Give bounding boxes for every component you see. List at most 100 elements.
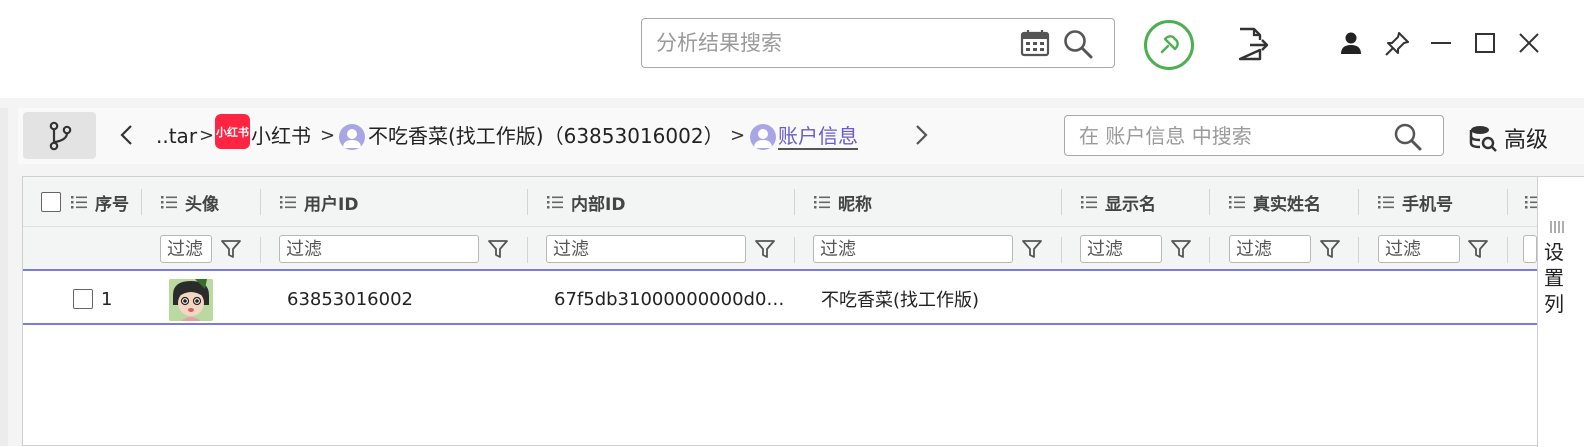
scope-search-input[interactable] (1079, 122, 1379, 150)
list-icon (1378, 196, 1394, 209)
filter-icon[interactable] (1170, 238, 1192, 260)
breadcrumb-item-account[interactable]: 不吃香菜(找工作版)（63853016002） (368, 122, 724, 150)
close-icon[interactable] (1516, 30, 1542, 56)
user-avatar-icon (750, 124, 776, 150)
column-label: 真实姓名 (1253, 194, 1321, 215)
row-internal-id: 67f5db31000000000d0… (554, 288, 785, 310)
column-header-display-name[interactable]: 显示名 (1081, 177, 1156, 227)
filter-input-phone[interactable] (1378, 235, 1460, 263)
list-icon (1525, 196, 1537, 209)
column-divider[interactable] (141, 189, 142, 215)
maximize-icon[interactable] (1472, 30, 1498, 56)
result-search-box[interactable] (641, 18, 1115, 68)
search-icon[interactable] (1062, 28, 1094, 60)
row-user-id: 63853016002 (287, 288, 413, 310)
column-label: 序号 (95, 194, 129, 215)
user-icon[interactable] (1338, 30, 1364, 56)
breadcrumb-item-app[interactable]: 小红书 (251, 122, 311, 150)
branch-button[interactable] (23, 112, 96, 159)
row-index: 1 (101, 288, 113, 310)
map-pin-button[interactable] (1144, 20, 1194, 70)
column-label: 内部ID (571, 194, 626, 215)
calendar-icon[interactable] (1020, 29, 1050, 57)
row-nickname: 不吃香菜(找工作版) (821, 290, 980, 311)
column-label: 用户ID (304, 194, 359, 215)
row-avatar-image[interactable] (169, 279, 213, 321)
advanced-search-button[interactable]: 高级 (1468, 120, 1548, 156)
row-index-cell: 1 (73, 273, 112, 325)
column-divider[interactable] (1061, 189, 1062, 215)
column-header-phone[interactable]: 手机号 (1378, 177, 1453, 227)
breadcrumb-separator: > (199, 125, 215, 146)
filter-icon[interactable] (487, 238, 509, 260)
column-divider (527, 237, 528, 263)
breadcrumb-separator: > (730, 125, 746, 146)
database-search-icon (1469, 126, 1497, 152)
column-divider (1507, 237, 1508, 263)
data-table: 序号 头像 用户ID 内部ID 昵称 显示名 真实姓名 手机号 过滤 过滤 过滤… (22, 176, 1584, 447)
list-icon (280, 196, 296, 209)
filter-row (23, 227, 1537, 271)
map-pin-icon (1160, 35, 1179, 54)
list-icon (1081, 196, 1097, 209)
column-divider (1061, 237, 1062, 263)
pushpin-icon[interactable] (1383, 30, 1411, 58)
chevron-left-icon[interactable] (116, 122, 138, 148)
list-icon (161, 196, 177, 209)
search-icon[interactable] (1393, 122, 1423, 152)
column-header-avatar[interactable]: 头像 (161, 177, 219, 227)
left-strip (0, 108, 8, 446)
user-avatar-icon (339, 124, 365, 150)
column-header-real-name[interactable]: 真实姓名 (1229, 177, 1321, 227)
column-settings-label: 设置列 (1544, 240, 1564, 316)
list-icon (814, 196, 830, 209)
grip-icon (1550, 221, 1564, 233)
column-divider[interactable] (794, 189, 795, 215)
column-settings-tab[interactable]: 设置列 (1537, 177, 1584, 447)
list-icon (1229, 196, 1245, 209)
filter-icon[interactable] (1319, 238, 1341, 260)
filter-input-display-name[interactable] (1080, 235, 1162, 263)
column-divider (1358, 237, 1359, 263)
column-divider (794, 237, 795, 263)
column-header-index[interactable]: 序号 (41, 177, 129, 227)
filter-icon[interactable] (1467, 238, 1489, 260)
export-icon[interactable] (1236, 26, 1270, 62)
column-header-user-id[interactable]: 用户ID (280, 177, 358, 227)
column-divider (260, 237, 261, 263)
advanced-label: 高级 (1504, 128, 1549, 153)
column-divider[interactable] (1358, 189, 1359, 215)
scope-search-box[interactable] (1064, 115, 1444, 156)
filter-input-internal-id[interactable] (546, 235, 746, 263)
filter-input-next[interactable] (1523, 235, 1537, 263)
filter-icon[interactable] (754, 238, 776, 260)
filter-input-real-name[interactable] (1229, 235, 1311, 263)
result-search-input[interactable] (656, 29, 1016, 57)
column-label: 头像 (185, 194, 219, 215)
row-checkbox[interactable] (73, 289, 93, 309)
xiaohongshu-logo: 小红书 (215, 114, 250, 149)
filter-icon[interactable] (1021, 238, 1043, 260)
column-divider[interactable] (527, 189, 528, 215)
top-bar (0, 0, 1584, 98)
list-icon (71, 196, 87, 209)
column-divider[interactable] (1209, 189, 1210, 215)
list-icon (547, 196, 563, 209)
column-header-nickname[interactable]: 昵称 (814, 177, 872, 227)
column-divider[interactable] (1507, 189, 1508, 215)
minimize-icon[interactable] (1428, 30, 1454, 56)
filter-input-nickname[interactable] (813, 235, 1013, 263)
select-all-checkbox[interactable] (41, 192, 61, 212)
breadcrumb-item-account-info[interactable]: 账户信息 (778, 122, 858, 150)
filter-input-user-id[interactable] (279, 235, 479, 263)
column-label: 手机号 (1402, 194, 1453, 215)
filter-input-avatar[interactable] (160, 235, 212, 263)
column-header-internal-id[interactable]: 内部ID (547, 177, 625, 227)
chevron-right-icon[interactable] (910, 122, 932, 148)
filter-icon[interactable] (220, 238, 242, 260)
table-row[interactable]: 1 63853016002 67f5db31000000000d0… 不吃香菜(… (23, 273, 1537, 325)
breadcrumb-item-archive[interactable]: ..tar (156, 122, 197, 150)
column-label: 昵称 (838, 194, 872, 215)
branch-icon (49, 121, 71, 150)
column-divider[interactable] (260, 189, 261, 215)
